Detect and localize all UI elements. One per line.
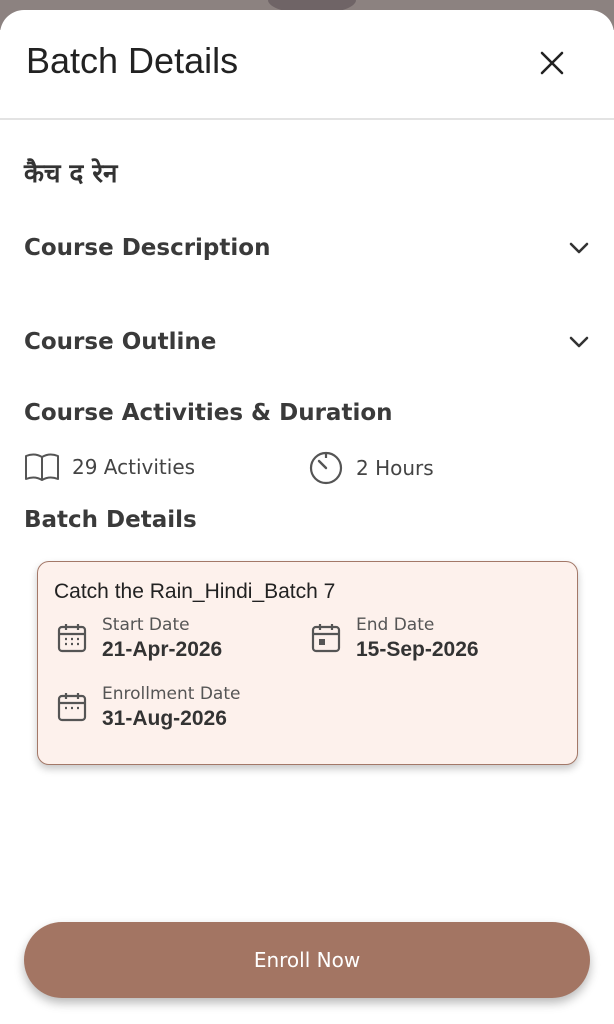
header-divider [0,118,614,120]
book-icon [25,453,59,481]
course-outline-label: Course Outline [24,329,217,355]
chevron-down-icon [569,336,589,348]
page-title: Batch Details [26,40,239,81]
calendar-icon [57,693,87,722]
enrollment-date-value: 31-Aug-2026 [102,707,227,730]
end-date-label: End Date [356,615,435,635]
enrollment-date-item: Enrollment Date 31-Aug-2026 [56,683,240,733]
timer-icon [309,451,343,485]
course-description-label: Course Description [24,235,271,261]
sheet-header: Batch Details [0,10,614,120]
enroll-now-button[interactable]: Enroll Now [24,922,590,998]
calendar-icon [57,624,87,653]
close-icon [540,51,564,75]
start-date-item: Start Date 21-Apr-2026 [56,614,222,664]
duration-value: 2 Hours [356,456,434,480]
course-description-accordion[interactable]: Course Description [24,226,590,270]
activities-duration-heading: Course Activities & Duration [24,400,393,426]
batch-details-heading: Batch Details [24,507,197,533]
activities-stat: 29 Activities [24,451,195,483]
end-date-value: 15-Sep-2026 [356,638,479,661]
duration-stat: 2 Hours [308,450,434,486]
batch-card[interactable]: Catch the Rain_Hindi_Batch 7 Start Date … [37,561,578,765]
course-title: कैच द रेन [24,159,118,189]
calendar-icon [311,624,341,653]
activities-count: 29 Activities [72,455,196,479]
batch-name: Catch the Rain_Hindi_Batch 7 [54,580,336,603]
start-date-label: Start Date [102,615,190,635]
enrollment-date-label: Enrollment Date [102,684,241,704]
course-outline-accordion[interactable]: Course Outline [24,320,590,364]
end-date-item: End Date 15-Sep-2026 [310,614,479,664]
chevron-down-icon [569,242,589,254]
start-date-value: 21-Apr-2026 [102,638,223,661]
batch-details-sheet: Batch Details कैच द रेन Course Descripti… [0,10,614,1024]
close-button[interactable] [530,41,574,85]
